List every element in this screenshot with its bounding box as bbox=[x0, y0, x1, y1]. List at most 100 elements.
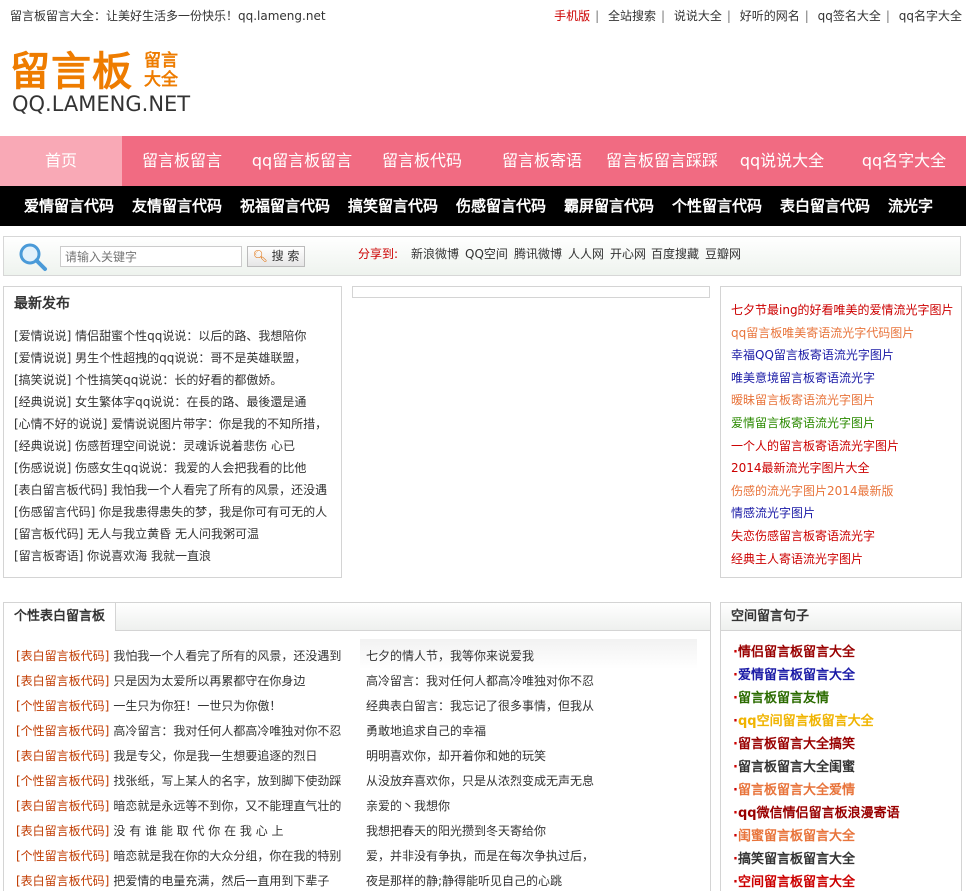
biaobai-left-item[interactable]: [个性留言板代码] 一生只为你狂！一世只为你傲！ bbox=[16, 697, 348, 714]
share-kaixin[interactable]: 开心网 bbox=[610, 245, 646, 262]
biaobai-category[interactable]: [表白留言板代码] bbox=[16, 749, 109, 763]
search-button[interactable]: 🔍︎ 搜 索 bbox=[247, 246, 305, 267]
biaobai-right-item[interactable]: 经典表白留言：我忘记了很多事情，但我从 bbox=[366, 697, 696, 714]
biaobai-text[interactable]: 我怕我一个人看完了所有的风景，还没遇到 bbox=[113, 649, 341, 663]
biaobai-left-item[interactable]: [个性留言板代码] 高冷留言：我对任何人都高冷唯独对你不忍 bbox=[16, 722, 348, 739]
kongjian-item[interactable]: ·留言板留言友情 bbox=[733, 687, 829, 706]
biaobai-category[interactable]: [个性留言板代码] bbox=[16, 849, 109, 863]
liuguangzi-link[interactable]: 伤感的流光字图片2014最新版 bbox=[731, 482, 894, 499]
kongjian-item[interactable]: ·qq微信情侣留言板浪漫寄语 bbox=[733, 802, 900, 821]
liuguangzi-link[interactable]: 经典主人寄语流光字图片 bbox=[731, 550, 863, 567]
kongjian-item[interactable]: ·闺蜜留言板留言大全 bbox=[733, 825, 855, 844]
kongjian-item-label[interactable]: 留言板留言大全爱情 bbox=[738, 783, 855, 798]
biaobai-left-item[interactable]: [个性留言板代码] 暗恋就是我在你的大众分组，你在我的特别 bbox=[16, 847, 348, 864]
nav-liuyanban[interactable]: 留言板留言 bbox=[122, 136, 242, 186]
liuguangzi-link[interactable]: 七夕节最ing的好看唯美的爱情流光字图片 bbox=[731, 301, 954, 318]
kongjian-item-label[interactable]: 爱情留言板留言大全 bbox=[738, 668, 855, 683]
latest-item[interactable]: [留言板寄语] 你说喜欢海 我就一直浪 bbox=[14, 547, 339, 564]
biaobai-left-item[interactable]: [表白留言板代码] 我怕我一个人看完了所有的风景，还没遇到 bbox=[16, 647, 348, 664]
site-logo[interactable]: 留言板 留言大全 QQ.LAMENG.NET bbox=[10, 48, 190, 128]
nav-qq-liuyanban[interactable]: qq留言板留言 bbox=[242, 136, 362, 186]
latest-item[interactable]: [经典说说] 女生繁体字qq说说：在長的路、最後還是通 bbox=[14, 393, 339, 410]
biaobai-left-item[interactable]: [个性留言板代码] 找张纸，写上某人的名字，放到脚下使劲踩 bbox=[16, 772, 348, 789]
kongjian-item-label[interactable]: qq微信情侣留言板浪漫寄语 bbox=[738, 806, 900, 821]
latest-item[interactable]: [爱情说说] 情侣甜蜜个性qq说说：以后的路、我想陪你 bbox=[14, 327, 339, 344]
liuguangzi-link[interactable]: 幸福QQ留言板寄语流光字图片 bbox=[731, 346, 894, 363]
nav-shuoshuo[interactable]: qq说说大全 bbox=[722, 136, 842, 186]
subnav-love[interactable]: 爱情留言代码 bbox=[24, 186, 114, 226]
biaobai-right-item[interactable]: 从没放弃喜欢你，只是从浓烈变成无声无息 bbox=[366, 772, 696, 789]
share-tencent-weibo[interactable]: 腾讯微博 bbox=[514, 245, 562, 262]
subnav-personal[interactable]: 个性留言代码 bbox=[672, 186, 762, 226]
biaobai-left-item[interactable]: [表白留言板代码] 把爱情的电量充满，然后一直用到下辈子 bbox=[16, 872, 348, 889]
latest-item[interactable]: [伤感说说] 伤感女生qq说说：我爱的人会把我看的比他 bbox=[14, 459, 339, 476]
kongjian-item[interactable]: ·爱情留言板留言大全 bbox=[733, 664, 855, 683]
biaobai-text[interactable]: 找张纸，写上某人的名字，放到脚下使劲踩 bbox=[113, 774, 341, 788]
kongjian-item-label[interactable]: 空间留言板留言大全 bbox=[738, 875, 855, 890]
nav-code[interactable]: 留言板代码 bbox=[362, 136, 482, 186]
liuguangzi-link[interactable]: 一个人的留言板寄语流光字图片 bbox=[731, 437, 899, 454]
share-baidu[interactable]: 百度搜藏 bbox=[651, 245, 699, 262]
biaobai-title[interactable]: 个性表白留言板 bbox=[4, 603, 116, 631]
liuguangzi-link[interactable]: 唯美意境留言板寄语流光字 bbox=[731, 369, 875, 386]
kongjian-item[interactable]: ·搞笑留言板留言大全 bbox=[733, 848, 855, 867]
biaobai-right-item[interactable]: 我想把春天的阳光攒到冬天寄给你 bbox=[366, 822, 696, 839]
liuguangzi-link[interactable]: 暧昧留言板寄语流光字图片 bbox=[731, 391, 875, 408]
kongjian-item-label[interactable]: 留言板留言友情 bbox=[738, 691, 829, 706]
latest-item[interactable]: [经典说说] 伤感哲理空间说说：灵魂诉说着悲伤 心已 bbox=[14, 437, 339, 454]
subnav-friend[interactable]: 友情留言代码 bbox=[132, 186, 222, 226]
liuguangzi-link[interactable]: qq留言板唯美寄语流光字代码图片 bbox=[731, 324, 914, 341]
kongjian-item[interactable]: ·空间留言板留言大全 bbox=[733, 871, 855, 890]
biaobai-right-item[interactable]: 高冷留言：我对任何人都高冷唯独对你不忍 bbox=[366, 672, 696, 689]
biaobai-text[interactable]: 高冷留言：我对任何人都高冷唯独对你不忍 bbox=[113, 724, 341, 738]
biaobai-right-item[interactable]: 七夕的情人节，我等你来说爱我 bbox=[366, 647, 696, 664]
biaobai-right-item[interactable]: 爱，并非没有争执，而是在每次争执过后， bbox=[366, 847, 696, 864]
latest-item[interactable]: [表白留言板代码] 我怕我一个人看完了所有的风景，还没遇 bbox=[14, 481, 339, 498]
biaobai-text[interactable]: 暗恋就是永远等不到你，又不能理直气壮的 bbox=[113, 799, 341, 813]
latest-item[interactable]: [伤感留言代码] 你是我患得患失的梦，我是你可有可无的人 bbox=[14, 503, 339, 520]
share-weibo[interactable]: 新浪微博 bbox=[411, 245, 459, 262]
top-link-mobile[interactable]: 手机版 bbox=[554, 9, 590, 23]
liuguangzi-link[interactable]: 2014最新流光字图片大全 bbox=[731, 459, 870, 476]
liuguangzi-link[interactable]: 爱情留言板寄语流光字图片 bbox=[731, 414, 875, 431]
biaobai-right-item[interactable]: 夜是那样的静;静得能听见自己的心跳 bbox=[366, 872, 696, 889]
nav-qqname[interactable]: qq名字大全 bbox=[842, 136, 966, 186]
latest-item[interactable]: [心情不好的说说] 爱情说说图片带字：你是我的不知所措， bbox=[14, 415, 339, 432]
biaobai-text[interactable]: 把爱情的电量充满，然后一直用到下辈子 bbox=[113, 874, 329, 888]
kongjian-item-label[interactable]: 情侣留言板留言大全 bbox=[738, 645, 855, 660]
subnav-blessing[interactable]: 祝福留言代码 bbox=[240, 186, 330, 226]
nav-home[interactable]: 首页 bbox=[0, 136, 122, 186]
latest-item[interactable]: [留言板代码] 无人与我立黄昏 无人问我粥可温 bbox=[14, 525, 339, 542]
top-link-shuoshuo[interactable]: 说说大全 bbox=[674, 9, 722, 23]
biaobai-category[interactable]: [表白留言板代码] bbox=[16, 824, 109, 838]
biaobai-right-item[interactable]: 勇敢地追求自己的幸福 bbox=[366, 722, 696, 739]
biaobai-category[interactable]: [表白留言板代码] bbox=[16, 799, 109, 813]
nav-caicai[interactable]: 留言板留言踩踩 bbox=[602, 136, 722, 186]
biaobai-right-item[interactable]: 明明喜欢你，却开着你和她的玩笑 bbox=[366, 747, 696, 764]
kongjian-item[interactable]: ·留言板留言大全爱情 bbox=[733, 779, 855, 798]
biaobai-category[interactable]: [个性留言板代码] bbox=[16, 774, 109, 788]
latest-item[interactable]: [爱情说说] 男生个性超拽的qq说说：哥不是英雄联盟， bbox=[14, 349, 339, 366]
kongjian-item[interactable]: ·情侣留言板留言大全 bbox=[733, 641, 855, 660]
share-renren[interactable]: 人人网 bbox=[568, 245, 604, 262]
biaobai-left-item[interactable]: [表白留言板代码] 没 有 谁 能 取 代 你 在 我 心 上 bbox=[16, 822, 348, 839]
kongjian-item-label[interactable]: qq空间留言板留言大全 bbox=[738, 714, 874, 729]
top-link-signature[interactable]: qq签名大全 bbox=[818, 9, 881, 23]
top-link-search[interactable]: 全站搜索 bbox=[608, 9, 656, 23]
share-douban[interactable]: 豆瓣网 bbox=[705, 245, 741, 262]
biaobai-category[interactable]: [表白留言板代码] bbox=[16, 649, 109, 663]
top-link-qqname[interactable]: qq名字大全 bbox=[899, 9, 962, 23]
biaobai-category[interactable]: [表白留言板代码] bbox=[16, 674, 109, 688]
subnav-sad[interactable]: 伤感留言代码 bbox=[456, 186, 546, 226]
biaobai-category[interactable]: [表白留言板代码] bbox=[16, 874, 109, 888]
kongjian-item-label[interactable]: 搞笑留言板留言大全 bbox=[738, 852, 855, 867]
biaobai-text[interactable]: 我是专父，你是我一生想要追逐的烈日 bbox=[113, 749, 317, 763]
biaobai-left-item[interactable]: [表白留言板代码] 我是专父，你是我一生想要追逐的烈日 bbox=[16, 747, 348, 764]
biaobai-text[interactable]: 没 有 谁 能 取 代 你 在 我 心 上 bbox=[113, 824, 283, 838]
top-link-nickname[interactable]: 好听的网名 bbox=[740, 9, 800, 23]
subnav-funny[interactable]: 搞笑留言代码 bbox=[348, 186, 438, 226]
biaobai-category[interactable]: [个性留言板代码] bbox=[16, 699, 109, 713]
subnav-liuguangzi[interactable]: 流光字 bbox=[888, 186, 933, 226]
biaobai-text[interactable]: 只是因为太爱所以再累都守在你身边 bbox=[113, 674, 305, 688]
biaobai-text[interactable]: 暗恋就是我在你的大众分组，你在我的特别 bbox=[113, 849, 341, 863]
